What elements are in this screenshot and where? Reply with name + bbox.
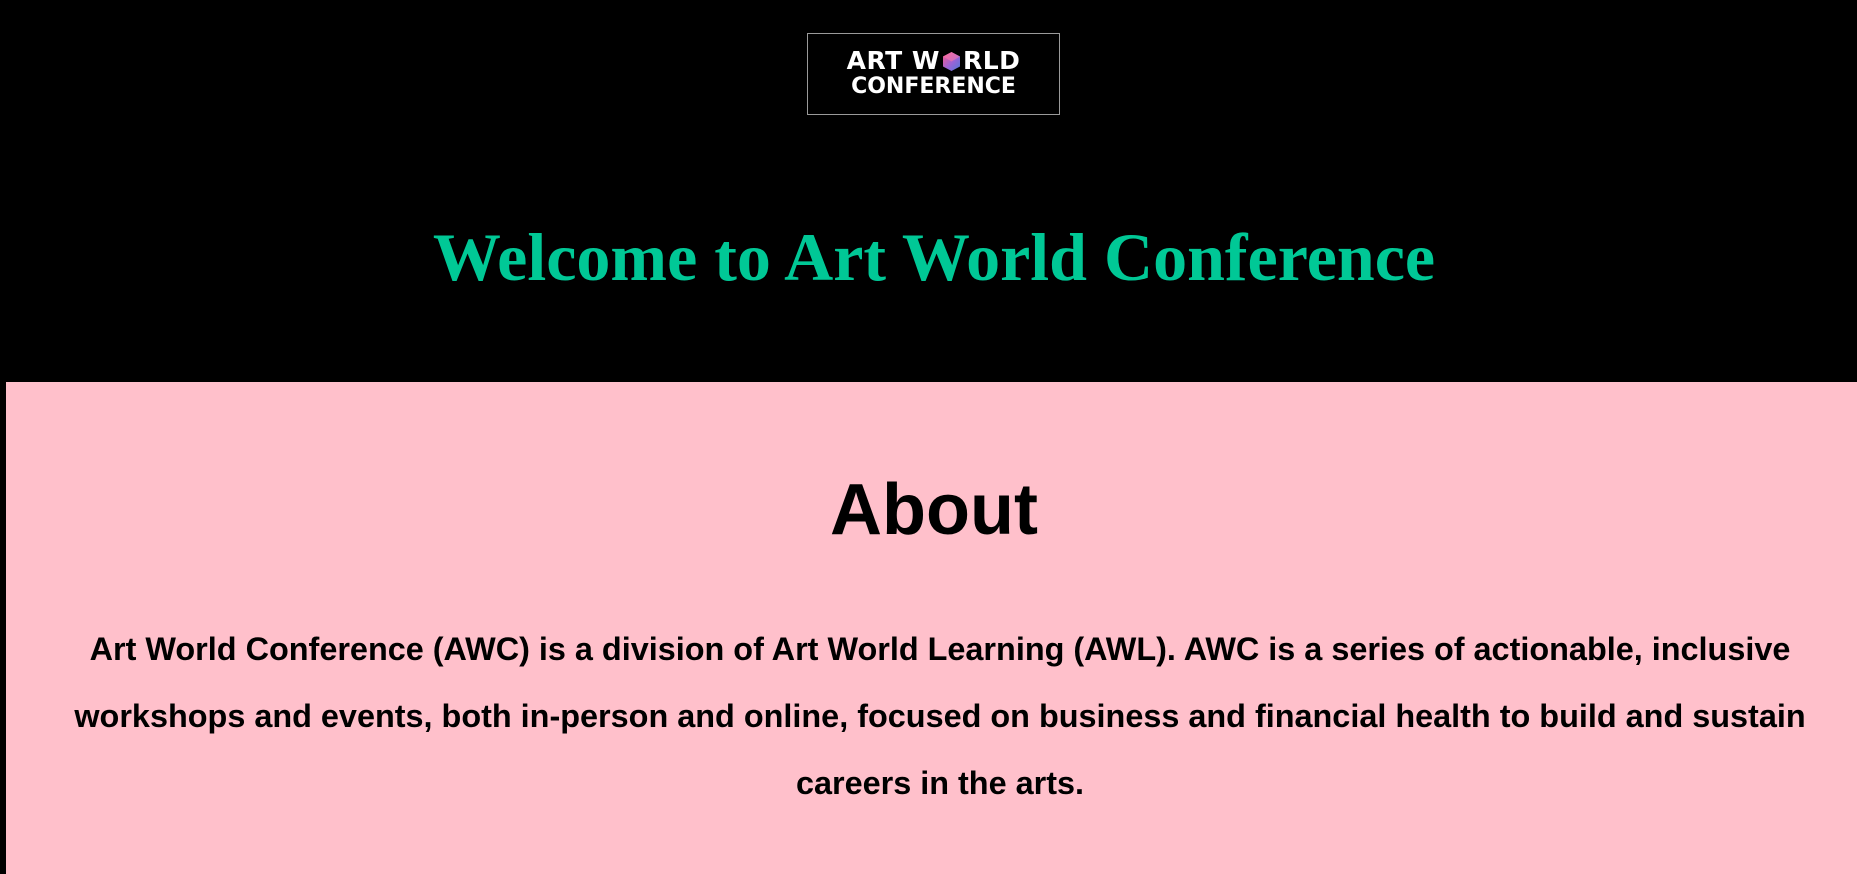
logo-text-end: RLD	[962, 46, 1021, 75]
page: ART W RLD CONFERENCE Welcome to Art Worl…	[0, 0, 1857, 874]
about-description: Art World Conference (AWC) is a division…	[74, 631, 1806, 801]
logo-line-1: ART W RLD	[847, 48, 1021, 74]
art-world-conference-logo[interactable]: ART W RLD CONFERENCE	[807, 33, 1060, 115]
about-title: About	[830, 470, 1038, 550]
logo-line-2: CONFERENCE	[851, 74, 1016, 99]
logo-text-start: ART W	[846, 46, 940, 75]
site-header: ART W RLD CONFERENCE Welcome to Art Worl…	[0, 0, 1857, 382]
hexagon-gem-icon	[941, 51, 962, 72]
about-section: About Art World Conference (AWC) is a di…	[6, 382, 1857, 874]
welcome-title: Welcome to Art World Conference	[432, 219, 1436, 295]
